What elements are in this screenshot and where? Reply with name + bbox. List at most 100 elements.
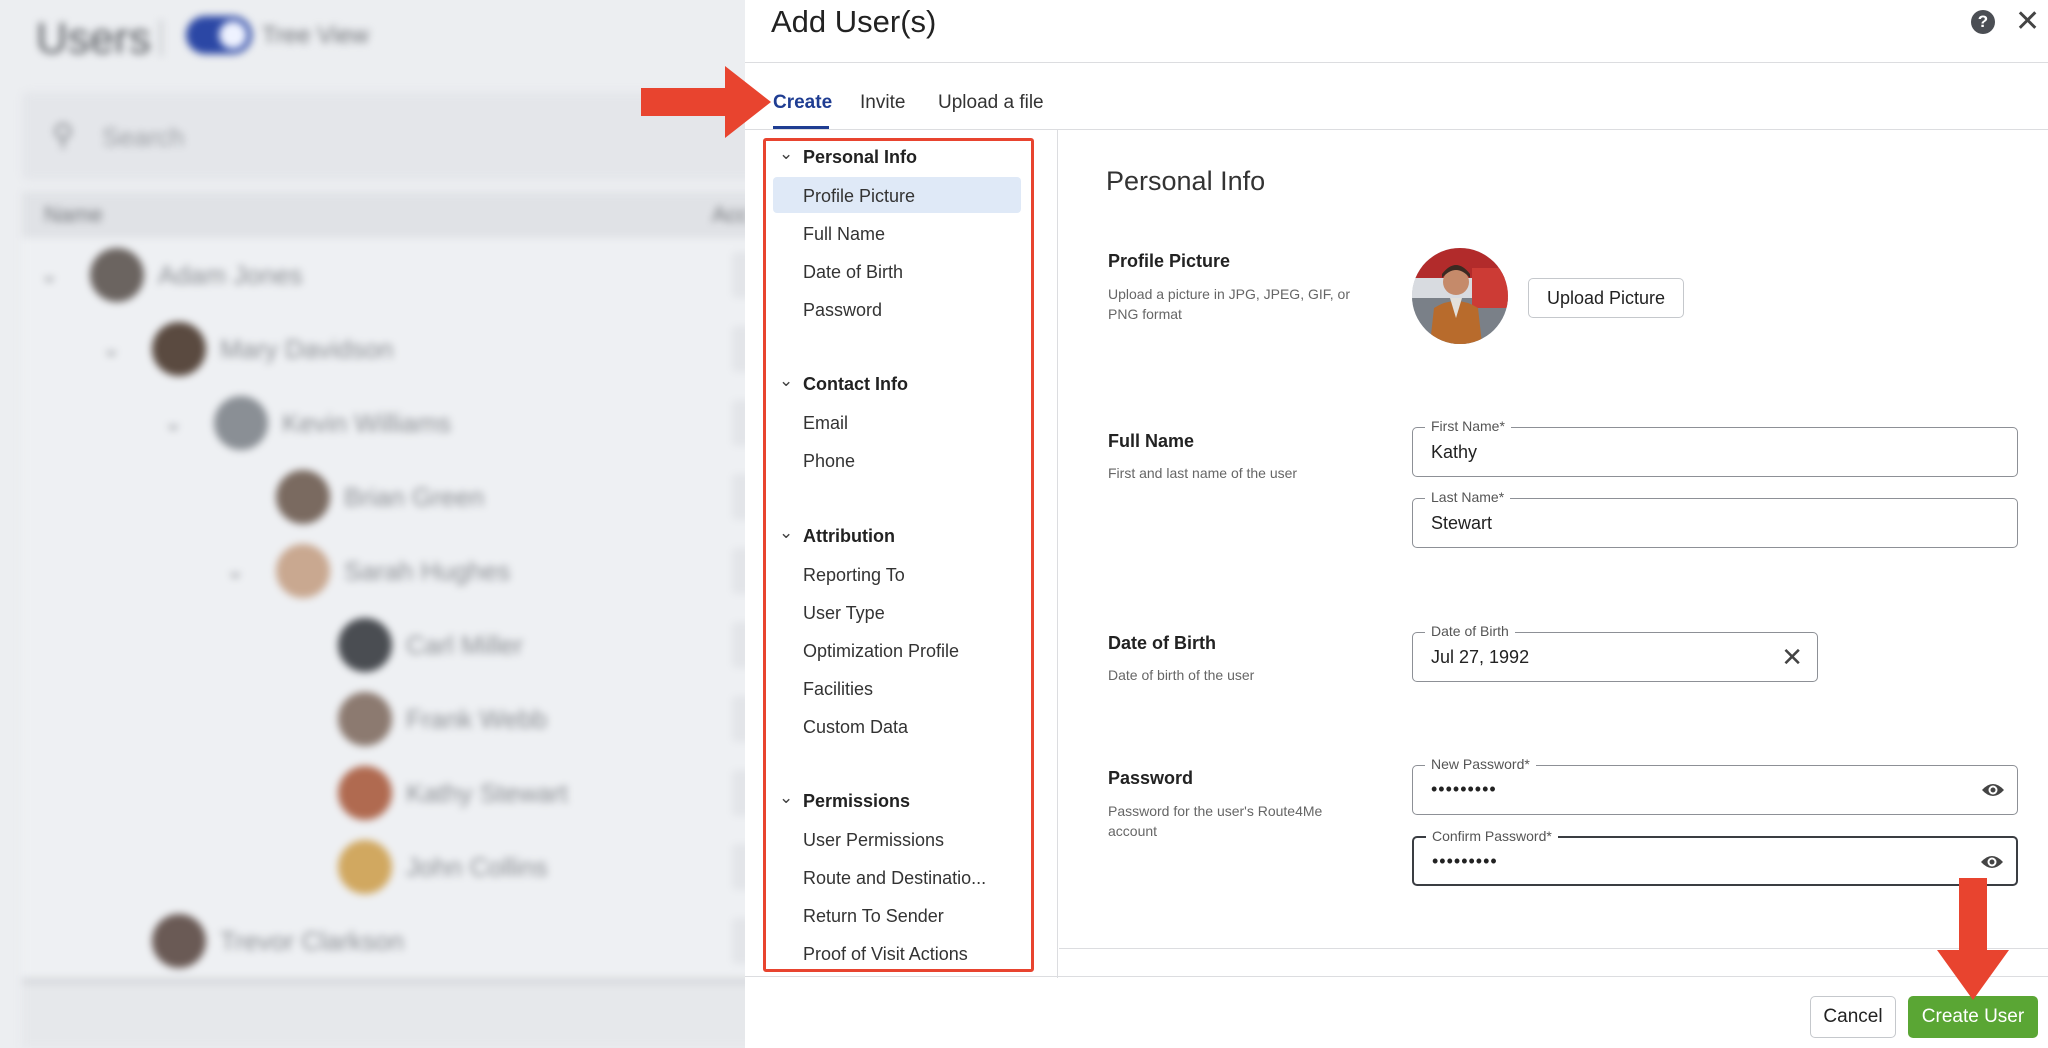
tab-create[interactable]: Create — [773, 92, 832, 114]
avatar — [276, 470, 330, 524]
title-divider — [745, 62, 2048, 63]
show-confirm-password-eye-icon[interactable] — [1980, 852, 2004, 872]
user-name: Adam Jones — [158, 260, 303, 290]
password-description: Password for the user's Route4Me account — [1108, 803, 1323, 839]
user-name: Kathy Stewart — [406, 778, 568, 808]
tabs-divider — [745, 129, 2048, 130]
avatar — [338, 618, 392, 672]
create-user-button[interactable]: Create User — [1908, 996, 2038, 1038]
chevron-down-icon: ⌄ — [226, 558, 245, 583]
content-divider — [1059, 948, 2048, 949]
password-title: Password — [1108, 768, 1194, 788]
annotation-arrow-down-icon — [1937, 878, 2009, 1000]
user-name: Carl Miller — [406, 630, 523, 660]
confirm-password-field[interactable]: Confirm Password* ••••••••• — [1412, 828, 2018, 886]
users-table-footer — [22, 978, 745, 1048]
title-separator — [160, 20, 162, 56]
table-cell — [732, 770, 745, 816]
user-name: Mary Davidson — [220, 334, 394, 364]
table-row: ⌄ Mary Davidson — [22, 312, 745, 386]
tree-view-label: Tree View — [262, 22, 369, 49]
date-of-birth-description: Date of birth of the user — [1108, 667, 1255, 683]
users-search-placeholder: Search — [102, 122, 185, 152]
avatar — [338, 692, 392, 746]
table-cell — [732, 844, 745, 890]
tab-upload-file[interactable]: Upload a file — [938, 92, 1044, 114]
date-of-birth-title: Date of Birth — [1108, 633, 1216, 653]
first-name-label: First Name* — [1425, 418, 1511, 434]
full-name-title: Full Name — [1108, 431, 1195, 451]
user-name: Kevin Williams — [282, 408, 452, 438]
date-of-birth-label: Date of Birth — [1425, 623, 1515, 639]
tree-view-toggle — [186, 16, 252, 54]
annotation-highlight-box — [763, 138, 1034, 972]
clear-date-icon[interactable]: ✕ — [1781, 642, 1803, 672]
users-search-box: ⚲ Search — [22, 92, 745, 180]
avatar — [276, 544, 330, 598]
table-row: ⌄ Adam Jones — [22, 238, 745, 312]
nav-divider — [1057, 130, 1058, 978]
avatar — [214, 396, 268, 450]
panel-title: Add User(s) — [771, 4, 937, 39]
table-row: Carl Miller — [22, 608, 745, 682]
last-name-value: Stewart — [1431, 513, 1493, 533]
profile-photo-icon — [1412, 248, 1508, 344]
confirm-password-value: ••••••••• — [1432, 851, 1498, 871]
avatar — [90, 248, 144, 302]
user-name: Trevor Clarkson — [220, 926, 404, 956]
close-icon[interactable]: ✕ — [2015, 4, 2040, 40]
table-row: John Collins — [22, 830, 745, 904]
users-page-background: Users Tree View ⚲ Search Name Acc ⌄ Adam … — [0, 0, 745, 1048]
search-icon: ⚲ — [52, 119, 74, 152]
table-row: Frank Webb — [22, 682, 745, 756]
avatar — [338, 766, 392, 820]
user-name: Frank Webb — [406, 704, 548, 734]
date-of-birth-field[interactable]: Date of Birth Jul 27, 1992 ✕ — [1412, 623, 1818, 682]
first-name-value: Kathy — [1431, 442, 1478, 462]
last-name-label: Last Name* — [1425, 489, 1511, 505]
new-password-field[interactable]: New Password* ••••••••• — [1412, 756, 2018, 815]
user-name: Sarah Hughes — [344, 556, 511, 586]
new-password-label: New Password* — [1425, 756, 1536, 772]
table-cell — [732, 474, 745, 520]
column-header-second: Acc — [712, 202, 745, 227]
table-row: ⌄ Sarah Hughes — [22, 534, 745, 608]
new-password-value: ••••••••• — [1431, 779, 1497, 799]
add-users-panel: Add User(s) ? ✕ Create Invite Upload a f… — [641, 0, 2048, 1048]
user-name: Brian Green — [344, 482, 485, 512]
last-name-field[interactable]: Last Name* Stewart — [1412, 489, 2018, 548]
avatar — [152, 914, 206, 968]
column-header-name: Name — [44, 202, 103, 227]
chevron-down-icon: ⌄ — [102, 336, 121, 361]
users-page-title: Users — [36, 14, 151, 63]
chevron-down-icon: ⌄ — [40, 262, 59, 287]
cancel-button[interactable]: Cancel — [1810, 996, 1896, 1038]
table-row: Brian Green — [22, 460, 745, 534]
first-name-field[interactable]: First Name* Kathy — [1412, 418, 2018, 477]
avatar — [338, 840, 392, 894]
table-row: ⌄ Kevin Williams — [22, 386, 745, 460]
table-row: Kathy Stewart — [22, 756, 745, 830]
profile-picture-description: Upload a picture in JPG, JPEG, GIF, or P… — [1108, 286, 1350, 322]
section-title: Personal Info — [1106, 166, 1266, 196]
table-cell — [732, 548, 745, 594]
table-cell — [732, 918, 745, 964]
upload-picture-button[interactable]: Upload Picture — [1528, 278, 1684, 318]
footer-divider — [745, 976, 2048, 977]
full-name-description: First and last name of the user — [1108, 465, 1298, 481]
table-cell — [732, 696, 745, 742]
table-cell — [732, 326, 745, 372]
table-cell — [732, 622, 745, 668]
annotation-arrow-right-icon — [641, 66, 771, 138]
question-circle-icon[interactable]: ? — [1971, 10, 1995, 34]
avatar — [1412, 248, 1508, 344]
users-table-header: Name Acc — [22, 192, 745, 240]
confirm-password-label: Confirm Password* — [1426, 828, 1558, 844]
tab-invite[interactable]: Invite — [860, 92, 905, 114]
date-of-birth-value: Jul 27, 1992 — [1431, 647, 1530, 667]
show-password-eye-icon[interactable] — [1981, 780, 2005, 800]
user-name: John Collins — [406, 852, 548, 882]
chevron-down-icon: ⌄ — [164, 410, 183, 435]
table-cell — [732, 252, 745, 298]
avatar — [152, 322, 206, 376]
